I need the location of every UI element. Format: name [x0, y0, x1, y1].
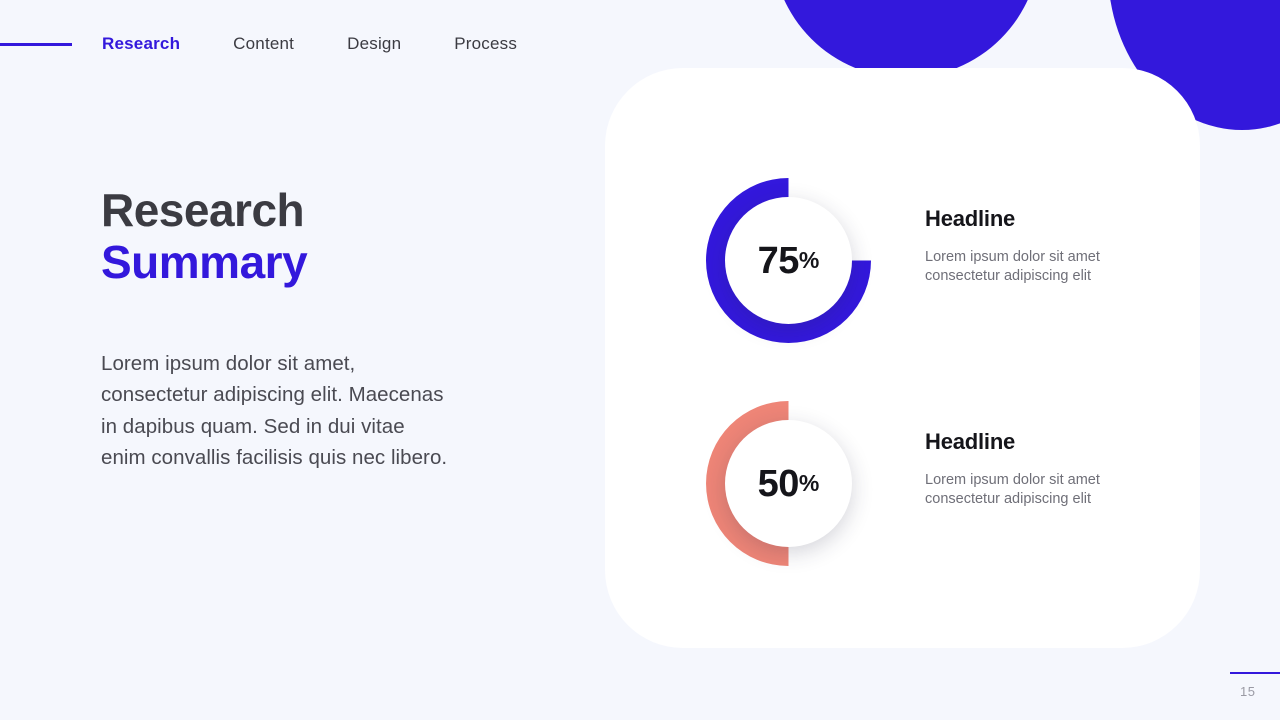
nav-item-process[interactable]: Process: [454, 34, 517, 54]
stat-headline-2: Headline: [925, 429, 1016, 454]
stat-text-1: Headline Lorem ipsum dolor sit amet cons…: [925, 172, 1110, 287]
donut-value-75: 75: [757, 239, 800, 282]
donut-percent-symbol-50: %: [798, 470, 820, 496]
page-number: 15: [1240, 684, 1256, 699]
donut-chart-75: 75 %: [700, 172, 877, 349]
footer-accent-rule: [1230, 672, 1280, 674]
nav-item-content[interactable]: Content: [233, 34, 294, 54]
donut-value-50: 50: [757, 462, 800, 505]
stat-description-1: Lorem ipsum dolor sit amet consectetur a…: [925, 249, 1100, 285]
slide: Research Content Design Process Research…: [0, 0, 1280, 720]
left-column: Research Summary Lorem ipsum dolor sit a…: [101, 184, 521, 469]
donut-center-75: 75 %: [725, 197, 852, 324]
page-title-line1: Research: [101, 184, 305, 236]
decorative-circle-left: [772, 0, 1040, 78]
stat-text-2: Headline Lorem ipsum dolor sit amet cons…: [925, 395, 1110, 510]
stat-description-2: Lorem ipsum dolor sit amet consectetur a…: [925, 472, 1100, 508]
nav-items: Research Content Design Process: [102, 34, 517, 54]
body-paragraph: Lorem ipsum dolor sit amet, consectetur …: [101, 352, 448, 470]
page-title: Research Summary: [101, 184, 521, 289]
donut-center-50: 50 %: [725, 420, 852, 547]
page-title-line2: Summary: [101, 235, 308, 288]
stat-headline-1: Headline: [925, 206, 1016, 231]
nav-item-research[interactable]: Research: [102, 34, 180, 54]
nav-accent-rule: [0, 42, 72, 46]
donut-chart-50: 50 %: [700, 395, 877, 572]
nav-item-design[interactable]: Design: [347, 34, 401, 54]
donut-percent-symbol-75: %: [798, 247, 820, 273]
top-navigation: Research Content Design Process: [0, 28, 517, 60]
stat-block-2: 50 % Headline Lorem ipsum dolor sit amet…: [700, 395, 1110, 572]
stat-block-1: 75 % Headline Lorem ipsum dolor sit amet…: [700, 172, 1110, 349]
